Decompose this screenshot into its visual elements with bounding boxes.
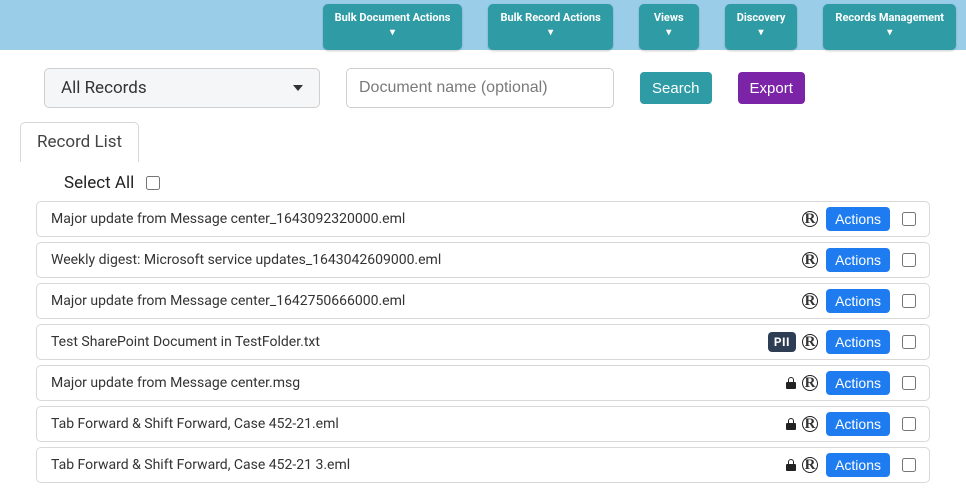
menu-label: Views: [654, 11, 684, 24]
record-name: Test SharePoint Document in TestFolder.t…: [51, 334, 768, 350]
bulk-record-actions-menu[interactable]: Bulk Record Actions ▾: [488, 4, 612, 50]
records-mgmt-menu[interactable]: Records Management ▾: [823, 4, 956, 50]
table-row: Weekly digest: Microsoft service updates…: [36, 242, 930, 278]
record-name: Major update from Message center_1642750…: [51, 293, 802, 309]
actions-button[interactable]: Actions: [826, 289, 890, 313]
badge-group: R: [786, 457, 818, 473]
record-icon: R: [802, 334, 818, 350]
record-type-dropdown[interactable]: All Records: [44, 68, 320, 108]
filter-bar: All Records Search Export: [0, 50, 966, 122]
menu-label: Bulk Record Actions: [500, 11, 600, 24]
badge-group: PII R: [768, 332, 818, 352]
actions-button[interactable]: Actions: [826, 412, 890, 436]
badge-group: R: [786, 375, 818, 391]
export-button[interactable]: Export: [738, 72, 805, 104]
caret-down-icon: [293, 85, 303, 91]
search-button[interactable]: Search: [640, 72, 712, 104]
record-icon: R: [802, 211, 818, 227]
top-nav-bar: Bulk Document Actions ▾ Bulk Record Acti…: [0, 0, 966, 50]
actions-button[interactable]: Actions: [826, 453, 890, 477]
actions-button[interactable]: Actions: [826, 330, 890, 354]
row-checkbox[interactable]: [902, 335, 916, 349]
record-name: Major update from Message center.msg: [51, 375, 786, 391]
record-icon: R: [802, 252, 818, 268]
record-icon: R: [802, 375, 818, 391]
caret-down-icon: ▾: [835, 27, 944, 40]
badge-group: R: [786, 416, 818, 432]
actions-button[interactable]: Actions: [826, 248, 890, 272]
record-name: Weekly digest: Microsoft service updates…: [51, 252, 802, 268]
table-row: Tab Forward & Shift Forward, Case 452-21…: [36, 406, 930, 442]
row-checkbox[interactable]: [902, 458, 916, 472]
menu-label: Discovery: [737, 11, 786, 24]
record-list: Major update from Message center_1643092…: [0, 201, 966, 498]
record-name: Major update from Message center_1643092…: [51, 211, 802, 227]
row-checkbox[interactable]: [902, 417, 916, 431]
select-all-row: Select All: [0, 162, 966, 201]
table-row: Major update from Message center_1643092…: [36, 201, 930, 237]
lock-icon: [786, 418, 796, 430]
discovery-menu[interactable]: Discovery ▾: [725, 4, 798, 50]
tab-record-list[interactable]: Record List: [20, 122, 139, 162]
badge-group: R: [802, 252, 818, 268]
badge-group: R: [802, 293, 818, 309]
views-menu[interactable]: Views ▾: [639, 4, 699, 50]
menu-label: Records Management: [835, 11, 944, 24]
record-icon: R: [802, 457, 818, 473]
actions-button[interactable]: Actions: [826, 207, 890, 231]
bulk-doc-actions-menu[interactable]: Bulk Document Actions ▾: [323, 4, 463, 50]
document-name-input[interactable]: [346, 68, 614, 108]
menu-label: Bulk Document Actions: [335, 11, 451, 24]
record-icon: R: [802, 416, 818, 432]
caret-down-icon: ▾: [651, 27, 687, 40]
table-row: Tab Forward & Shift Forward, Case 452-21…: [36, 447, 930, 483]
lock-icon: [786, 459, 796, 471]
row-checkbox[interactable]: [902, 253, 916, 267]
record-name: Tab Forward & Shift Forward, Case 452-21…: [51, 416, 786, 432]
table-row: Test SharePoint Document in TestFolder.t…: [36, 324, 930, 360]
caret-down-icon: ▾: [737, 27, 786, 40]
table-row: Major update from Message center_1642750…: [36, 283, 930, 319]
tabs: Record List: [0, 122, 966, 162]
select-all-checkbox[interactable]: [146, 176, 160, 190]
record-name: Tab Forward & Shift Forward, Case 452-21…: [51, 457, 786, 473]
row-checkbox[interactable]: [902, 212, 916, 226]
select-all-label: Select All: [64, 173, 134, 193]
lock-icon: [786, 377, 796, 389]
caret-down-icon: ▾: [335, 27, 451, 40]
badge-group: R: [802, 211, 818, 227]
record-icon: R: [802, 293, 818, 309]
row-checkbox[interactable]: [902, 376, 916, 390]
pii-badge: PII: [768, 332, 796, 352]
table-row: Major update from Message center.msg R Act…: [36, 365, 930, 401]
caret-down-icon: ▾: [500, 27, 600, 40]
actions-button[interactable]: Actions: [826, 371, 890, 395]
dropdown-value: All Records: [61, 78, 147, 98]
row-checkbox[interactable]: [902, 294, 916, 308]
